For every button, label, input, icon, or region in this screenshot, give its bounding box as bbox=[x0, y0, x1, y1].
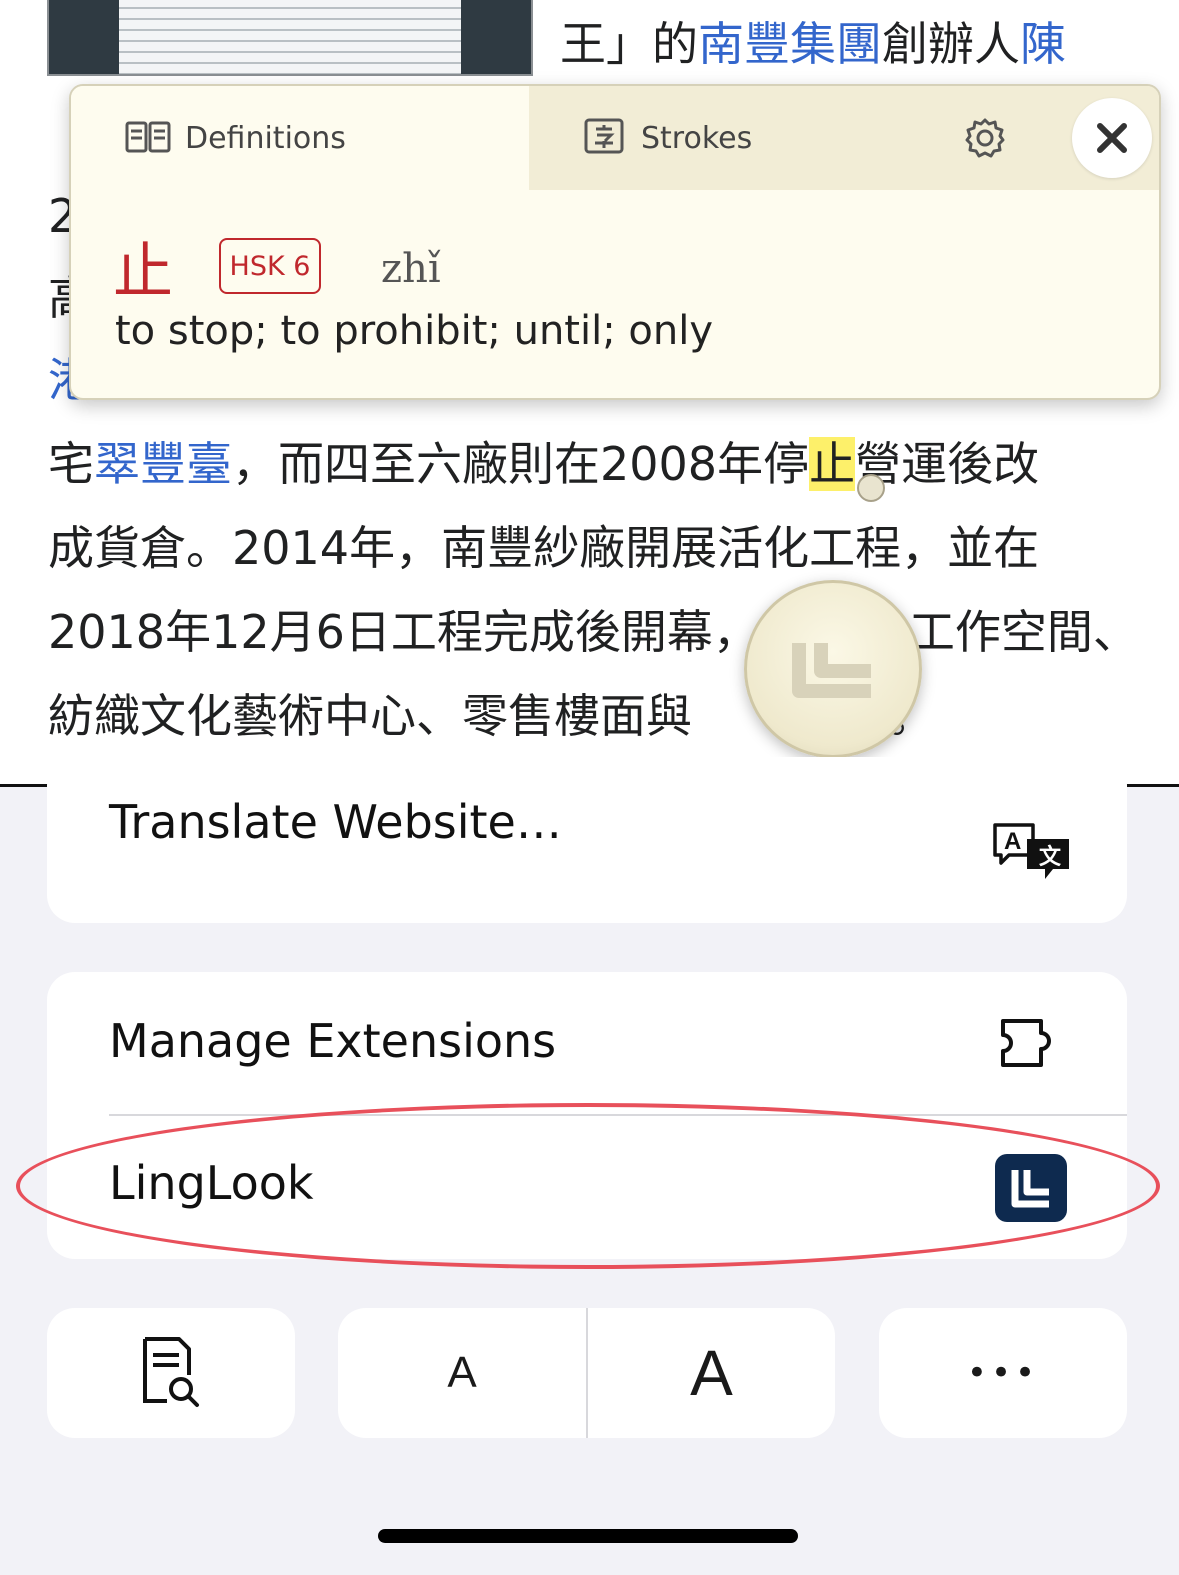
tab-definitions-label: Definitions bbox=[185, 120, 346, 156]
pinyin: zhǐ bbox=[381, 246, 441, 292]
article-photo[interactable] bbox=[47, 0, 533, 76]
dictionary-popup: Definitions Strokes 止 HSK 6 zhǐ to stop;… bbox=[69, 84, 1161, 400]
font-small-label: A bbox=[447, 1348, 477, 1397]
text: ，而四至六廠則在2008年停 bbox=[232, 437, 810, 491]
tab-strokes[interactable]: Strokes bbox=[529, 86, 1159, 190]
article-line-4: 宅翠豐臺，而四至六廠則在2008年停止營運後改 bbox=[48, 434, 1039, 494]
link-tsui-fung-terrace[interactable]: 翠豐臺 bbox=[94, 437, 232, 491]
book-icon bbox=[125, 121, 171, 153]
linglook-logo bbox=[792, 643, 871, 698]
close-button[interactable] bbox=[1072, 98, 1152, 178]
hsk-badge: HSK 6 bbox=[219, 238, 321, 294]
close-icon bbox=[1097, 123, 1127, 153]
ellipsis-icon: ••• bbox=[966, 1353, 1040, 1393]
selected-character[interactable]: 止 bbox=[809, 437, 856, 491]
text: 紡織文化藝術中心、零售樓面與 bbox=[48, 689, 692, 743]
text: 創辦人 bbox=[882, 17, 1020, 71]
selection-handle[interactable] bbox=[857, 474, 885, 502]
tab-definitions[interactable]: Definitions bbox=[71, 86, 529, 190]
link-nanfung-group[interactable]: 南豐集團 bbox=[698, 17, 882, 71]
tab-strokes-label: Strokes bbox=[641, 120, 753, 156]
font-size-control: A A bbox=[338, 1308, 835, 1438]
puzzle-icon bbox=[1001, 1019, 1051, 1067]
more-button[interactable]: ••• bbox=[879, 1308, 1127, 1438]
article-line-0: 王」的南豐集團創辦人陳 bbox=[560, 14, 1066, 74]
definition-text: to stop; to prohibit; until; only bbox=[115, 308, 714, 354]
home-indicator[interactable] bbox=[378, 1529, 798, 1543]
character-icon bbox=[584, 118, 624, 154]
translate-icon: A 文 bbox=[993, 823, 1069, 879]
translate-website-row[interactable]: Translate Website… A 文 bbox=[47, 757, 1127, 923]
gear-icon bbox=[965, 118, 1005, 158]
translate-website-label: Translate Website… bbox=[109, 795, 562, 849]
svg-text:A: A bbox=[1004, 828, 1021, 855]
reader-button[interactable] bbox=[47, 1308, 295, 1438]
text: 宅 bbox=[48, 437, 94, 491]
decrease-font-button[interactable]: A bbox=[338, 1308, 586, 1438]
text: 工作空間、 bbox=[908, 605, 1139, 659]
text: 2018年12月6日工程完成後開幕， bbox=[48, 605, 759, 659]
article-line-6: 2018年12月6日工程完成後開幕， 工作空間、 bbox=[48, 602, 1139, 662]
svg-text:文: 文 bbox=[1039, 844, 1062, 870]
settings-button[interactable] bbox=[963, 116, 1007, 164]
link-chen[interactable]: 陳 bbox=[1020, 17, 1066, 71]
text: 王」的 bbox=[560, 17, 698, 71]
manage-extensions-label: Manage Extensions bbox=[109, 1014, 557, 1068]
headword: 止 bbox=[113, 237, 173, 307]
linglook-floating-button[interactable] bbox=[744, 580, 922, 758]
reader-search-icon bbox=[143, 1337, 199, 1407]
font-large-label: A bbox=[690, 1337, 733, 1409]
increase-font-button[interactable]: A bbox=[588, 1308, 835, 1438]
manage-extensions-row[interactable]: Manage Extensions bbox=[47, 972, 1127, 1114]
article-line-5: 成貨倉。2014年，南豐紗廠開展活化工程，並在 bbox=[48, 521, 1040, 575]
highlight-annotation bbox=[16, 1103, 1160, 1269]
